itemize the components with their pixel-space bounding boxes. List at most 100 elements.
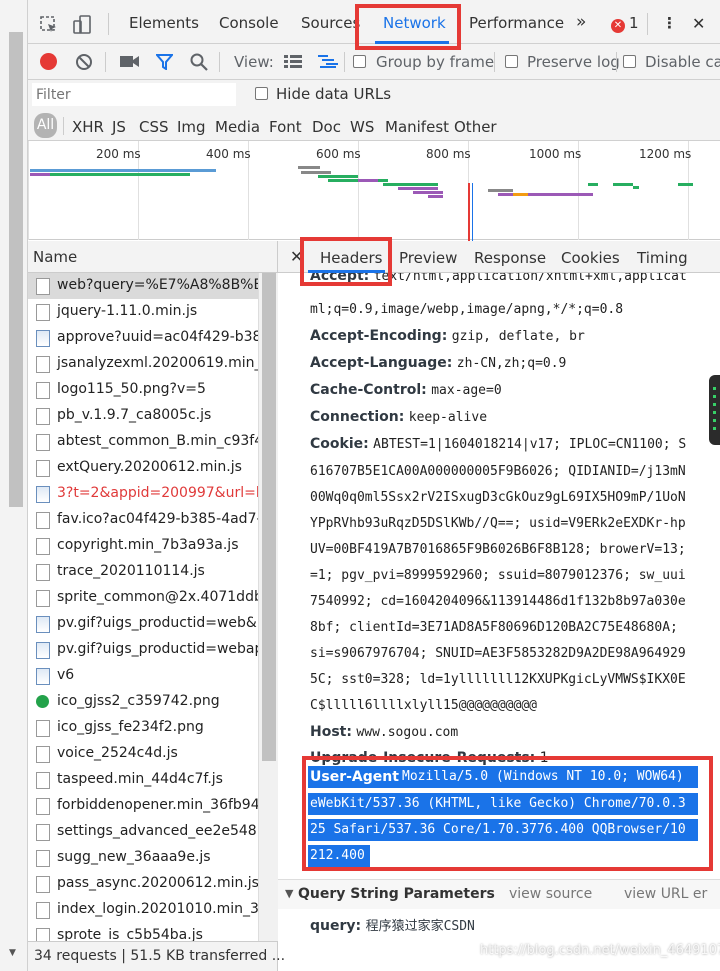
header-value: 00Wq0q0ml5Ssx2rV2ISxugD3cGkOuz9gL69IX5HO… xyxy=(310,490,686,505)
check-circle-icon xyxy=(36,695,49,708)
request-row[interactable]: forbiddenopener.min_36fb942 xyxy=(28,793,258,819)
request-row[interactable]: sugg_new_36aaa9e.js xyxy=(28,845,258,871)
type-filter-other[interactable]: Other xyxy=(454,118,497,136)
search-icon[interactable] xyxy=(190,53,208,71)
close-icon[interactable]: ✕ xyxy=(692,14,705,33)
tab-response[interactable]: Response xyxy=(474,249,546,267)
request-row[interactable]: v6 xyxy=(28,663,258,689)
request-row[interactable]: ico_gjss_fe234f2.png xyxy=(28,715,258,741)
request-row[interactable]: index_login.20201010.min_3a0 xyxy=(28,897,258,923)
request-name: jsanalyzexml.20200619.min_e3 xyxy=(57,355,258,371)
clear-icon[interactable] xyxy=(75,53,93,71)
header-value: gzip, deflate, br xyxy=(451,329,585,344)
view-source-link[interactable]: view source xyxy=(509,886,592,902)
document-file-icon xyxy=(36,460,50,477)
tab-timing[interactable]: Timing xyxy=(637,249,688,267)
request-row[interactable]: abtest_common_B.min_c93f4c xyxy=(28,429,258,455)
type-filter-xhr[interactable]: XHR xyxy=(72,118,104,136)
tab-console[interactable]: Console xyxy=(219,14,279,32)
tabs-overflow-button[interactable]: » xyxy=(576,12,586,32)
header-line: UV=00BF419A7B7016865F9B6026B6F8B128; bro… xyxy=(310,541,686,557)
kebab-menu-icon[interactable]: ⋮ xyxy=(662,14,677,32)
request-row[interactable]: pv.gif?uigs_productid=web&u xyxy=(28,611,258,637)
tab-performance[interactable]: Performance xyxy=(469,14,564,32)
type-filter-doc[interactable]: Doc xyxy=(312,118,341,136)
header-key: Cache-Control: xyxy=(310,382,427,398)
request-name: approve?uuid=ac04f429-b385 xyxy=(57,329,258,345)
hide-data-urls-label: Hide data URLs xyxy=(276,85,392,103)
tab-cookies[interactable]: Cookies xyxy=(561,249,620,267)
disable-cache-checkbox[interactable] xyxy=(623,55,636,68)
request-row[interactable]: extQuery.20200612.min.js xyxy=(28,455,258,481)
request-row[interactable]: logo115_50.png?v=5 xyxy=(28,377,258,403)
annotation-box-headers xyxy=(300,237,392,286)
type-filter-all[interactable]: All xyxy=(34,113,57,138)
type-filter-font[interactable]: Font xyxy=(269,118,302,136)
request-row[interactable]: jsanalyzexml.20200619.min_e3 xyxy=(28,351,258,377)
document-file-icon xyxy=(36,356,50,373)
type-filter-img[interactable]: Img xyxy=(177,118,206,136)
inspect-element-icon[interactable] xyxy=(40,16,58,34)
request-row[interactable]: ico_gjss2_c359742.png xyxy=(28,689,258,715)
request-row[interactable]: jquery-1.11.0.min.js xyxy=(28,299,258,325)
query-string-section[interactable]: ▼ Query String Parameters view source vi… xyxy=(278,879,720,909)
image-file-icon xyxy=(36,330,50,347)
type-filter-media[interactable]: Media xyxy=(215,118,260,136)
type-filter-js[interactable]: JS xyxy=(112,118,126,136)
tick-label: 600 ms xyxy=(316,147,361,161)
view-url-encoded-link[interactable]: view URL er xyxy=(624,886,707,902)
request-row[interactable]: copyright.min_7b3a93a.js xyxy=(28,533,258,559)
error-icon[interactable]: ✕ xyxy=(611,19,625,33)
page-scrollbar-thumb[interactable] xyxy=(9,32,23,507)
query-param-row: query: 程序猿过家家CSDN xyxy=(310,915,475,934)
request-row[interactable]: taspeed.min_44d4c7f.js xyxy=(28,767,258,793)
image-file-icon xyxy=(36,642,50,659)
request-row[interactable]: sprite_common@2x.4071ddb1 xyxy=(28,585,258,611)
filter-row: Hide data URLs xyxy=(28,80,720,110)
resource-type-filters: All XHR JS CSS Img Media Font Doc WS Man… xyxy=(28,110,720,141)
side-widget[interactable] xyxy=(709,375,720,445)
request-row[interactable]: fav.ico?ac04f429-b385-4ad7-a xyxy=(28,507,258,533)
header-line: C$lllll6llllxlyll15@@@@@@@@@@ xyxy=(310,697,537,713)
preserve-log-checkbox[interactable] xyxy=(505,55,518,68)
scroll-down-arrow-icon[interactable]: ▼ xyxy=(9,948,16,958)
large-rows-icon[interactable] xyxy=(284,54,302,69)
tick-label: 400 ms xyxy=(206,147,251,161)
name-column-header[interactable]: Name xyxy=(28,241,278,273)
error-count[interactable]: 1 xyxy=(629,14,639,32)
request-row[interactable]: 3?t=2&appid=200997&url=ht xyxy=(28,481,258,507)
screenshot-camera-icon[interactable] xyxy=(120,55,140,68)
type-filter-ws[interactable]: WS xyxy=(350,118,374,136)
tab-elements[interactable]: Elements xyxy=(129,14,199,32)
query-section-title: Query String Parameters xyxy=(298,886,495,902)
filter-icon[interactable] xyxy=(156,54,173,70)
header-key: Connection: xyxy=(310,409,405,425)
timeline-overview[interactable]: 200 ms 400 ms 600 ms 800 ms 1000 ms 1200… xyxy=(28,141,720,241)
group-by-frame-checkbox[interactable] xyxy=(353,55,366,68)
device-toolbar-icon[interactable] xyxy=(72,15,92,35)
request-row[interactable]: web?query=%E7%A8%8B%E5% xyxy=(28,273,258,299)
record-icon[interactable] xyxy=(40,53,57,70)
tab-preview[interactable]: Preview xyxy=(399,249,457,267)
request-row[interactable]: approve?uuid=ac04f429-b385 xyxy=(28,325,258,351)
request-row[interactable]: pass_async.20200612.min.js xyxy=(28,871,258,897)
request-row[interactable]: trace_2020110114.js xyxy=(28,559,258,585)
request-row[interactable]: pv.gif?uigs_productid=webap. xyxy=(28,637,258,663)
collapse-triangle-icon[interactable]: ▼ xyxy=(285,887,293,900)
request-row[interactable]: settings_advanced_ee2e548.js xyxy=(28,819,258,845)
scrollbar-thumb[interactable] xyxy=(262,273,276,761)
tab-sources[interactable]: Sources xyxy=(301,14,360,32)
request-list-scrollbar[interactable] xyxy=(258,273,278,941)
request-row[interactable]: pb_v.1.9.7_ca8005c.js xyxy=(28,403,258,429)
request-row[interactable]: voice_2524c4d.js xyxy=(28,741,258,767)
document-file-icon xyxy=(36,928,50,941)
request-row[interactable]: sprote_is_c5b54ba.js xyxy=(28,923,258,941)
header-line: Host: www.sogou.com xyxy=(310,724,458,740)
waterfall-overview-icon[interactable] xyxy=(318,54,338,69)
type-filter-manifest[interactable]: Manifest xyxy=(385,118,449,136)
document-file-icon xyxy=(36,512,50,529)
type-filter-css[interactable]: CSS xyxy=(139,118,169,136)
request-name: copyright.min_7b3a93a.js xyxy=(57,537,239,553)
filter-input[interactable] xyxy=(32,83,236,106)
hide-data-urls-checkbox[interactable] xyxy=(255,87,268,100)
